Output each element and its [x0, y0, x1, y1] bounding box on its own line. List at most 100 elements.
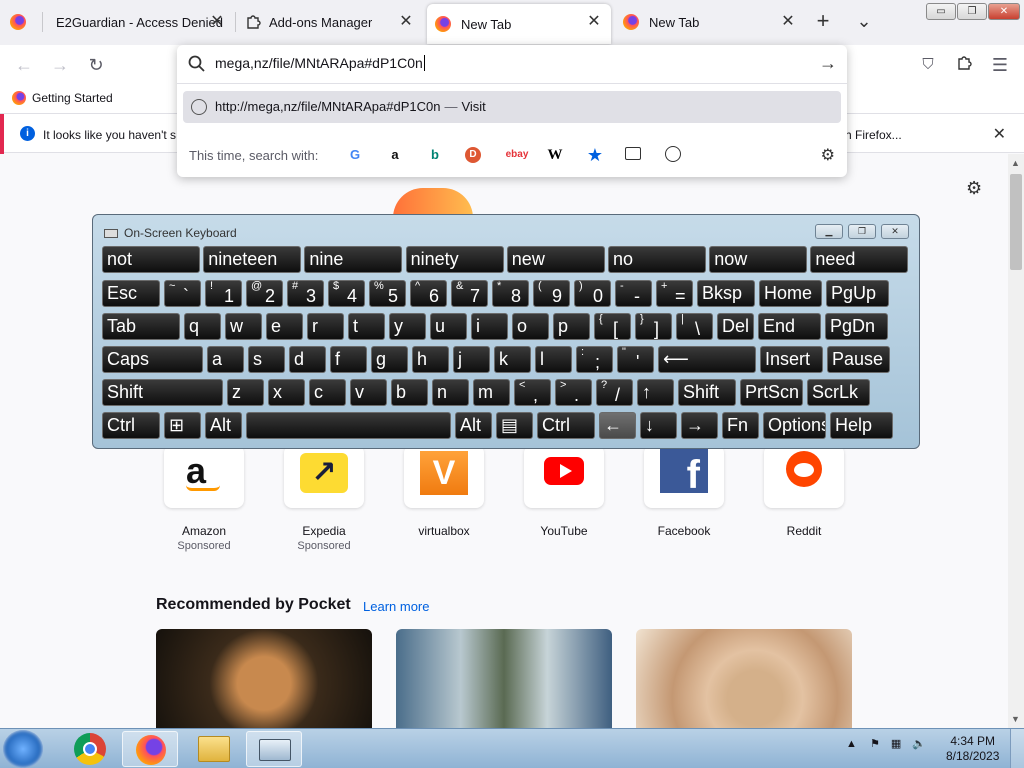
shortcut-reddit[interactable]: Reddit	[764, 445, 844, 538]
key-x[interactable]: x	[268, 379, 305, 406]
shortcut-facebook[interactable]: f Facebook	[644, 445, 724, 538]
key-ScrLk[interactable]: ScrLk	[807, 379, 870, 406]
key-5[interactable]: % 5	[369, 280, 406, 307]
close-icon[interactable]: ✕	[779, 13, 797, 31]
key-0[interactable]: ) 0	[574, 280, 611, 307]
close-icon[interactable]: ✕	[993, 124, 1006, 144]
key-←[interactable]: ←	[599, 412, 636, 439]
shortcut-expedia[interactable]: ↗ Expedia Sponsored	[284, 445, 364, 552]
history-icon[interactable]	[665, 146, 681, 162]
prediction-now[interactable]: now	[709, 246, 808, 273]
key-3[interactable]: #3	[287, 280, 324, 307]
key-u[interactable]: u	[430, 313, 467, 340]
osk-maximize-button[interactable]: ❐	[848, 224, 876, 239]
key-.[interactable]: >.	[555, 379, 592, 406]
key-r[interactable]: r	[307, 313, 344, 340]
learn-more-link[interactable]: Learn more	[363, 599, 429, 614]
bookmarks-icon[interactable]: ★	[585, 145, 605, 165]
tab-new-tab[interactable]: New Tab ✕	[615, 0, 805, 44]
key-c[interactable]: c	[309, 379, 346, 406]
bing-icon[interactable]: b	[425, 145, 445, 165]
google-icon[interactable]: G	[345, 145, 365, 165]
key-PrtScn[interactable]: PrtScn	[740, 379, 803, 406]
scroll-up-arrow-icon[interactable]: ▲	[1011, 158, 1020, 168]
forward-arrow-icon[interactable]: →	[48, 53, 72, 77]
maximize-button[interactable]: ❐	[957, 3, 987, 20]
go-arrow-icon[interactable]: →	[819, 53, 837, 74]
key-d[interactable]: d	[289, 346, 326, 373]
close-window-button[interactable]: ✕	[988, 3, 1020, 20]
tab-addons-manager[interactable]: Add-ons Manager ✕	[237, 0, 423, 44]
tab-e2guardian[interactable]: E2Guardian - Access Denied ✕	[44, 0, 234, 44]
key-s[interactable]: s	[248, 346, 285, 373]
wikipedia-icon[interactable]: W	[545, 145, 565, 165]
key-Alt[interactable]: Alt	[205, 412, 242, 439]
key-;[interactable]: :;	[576, 346, 613, 373]
key-,[interactable]: <,	[514, 379, 551, 406]
key-o[interactable]: o	[512, 313, 549, 340]
scrollbar-thumb[interactable]	[1010, 174, 1022, 270]
reload-icon[interactable]: ↻	[84, 53, 108, 77]
key-e[interactable]: e	[266, 313, 303, 340]
key-z[interactable]: z	[227, 379, 264, 406]
bookmark-getting-started[interactable]: Getting Started	[12, 91, 113, 105]
key-⟵[interactable]: ⟵	[658, 346, 756, 373]
tab-new-tab-selected[interactable]: New Tab ✕	[427, 4, 611, 44]
key-1[interactable]: ! 1	[205, 280, 242, 307]
key-Options[interactable]: Options	[763, 412, 826, 439]
key-g[interactable]: g	[371, 346, 408, 373]
prediction-need[interactable]: need	[810, 246, 909, 273]
key-a[interactable]: a	[207, 346, 244, 373]
key-p[interactable]: p	[553, 313, 590, 340]
list-all-tabs-button[interactable]: ⌄	[852, 9, 876, 33]
amazon-icon[interactable]: a	[385, 145, 405, 165]
key-/[interactable]: ? /	[596, 379, 633, 406]
urlbar-input[interactable]: mega,nz/file/MNtARApa#dP1C0n	[215, 55, 425, 71]
key--[interactable]: --	[615, 280, 652, 307]
shortcut-youtube[interactable]: YouTube	[524, 445, 604, 538]
osk-taskbar-button[interactable]	[246, 731, 302, 767]
osk-minimize-button[interactable]: ▁	[815, 224, 843, 239]
key-Bksp[interactable]: Bksp	[697, 280, 755, 307]
start-button[interactable]	[3, 730, 43, 768]
osk-close-button[interactable]: ✕	[881, 224, 909, 239]
key-Home[interactable]: Home	[759, 280, 822, 307]
clock[interactable]: 4:34 PM 8/18/2023	[946, 734, 999, 764]
ebay-icon[interactable]: ebay	[505, 145, 529, 165]
key-w[interactable]: w	[225, 313, 262, 340]
explorer-taskbar-button[interactable]	[186, 731, 242, 767]
page-scrollbar[interactable]: ▲ ▼	[1008, 154, 1024, 728]
shortcut-virtualbox[interactable]: V virtualbox	[404, 445, 484, 538]
key-t[interactable]: t	[348, 313, 385, 340]
key-h[interactable]: h	[412, 346, 449, 373]
prediction-nineteen[interactable]: nineteen	[203, 246, 302, 273]
key-m[interactable]: m	[473, 379, 510, 406]
key-Help[interactable]: Help	[830, 412, 893, 439]
scroll-down-arrow-icon[interactable]: ▼	[1011, 714, 1020, 724]
key-space[interactable]	[246, 412, 451, 439]
menu-icon[interactable]: ☰	[988, 53, 1012, 77]
key-[[interactable]: {[	[594, 313, 631, 340]
extensions-icon[interactable]	[952, 53, 976, 77]
pocket-story-card[interactable]	[636, 629, 852, 728]
minimize-button[interactable]: ▭	[926, 3, 956, 20]
key-\[interactable]: | \	[676, 313, 713, 340]
pocket-story-card[interactable]	[156, 629, 372, 728]
show-hidden-icons-button[interactable]: ▲	[846, 738, 857, 750]
key-=[interactable]: + =	[656, 280, 693, 307]
prediction-ninety[interactable]: ninety	[405, 246, 504, 273]
key-Del[interactable]: Del	[717, 313, 754, 340]
urlbar[interactable]: mega,nz/file/MNtARApa#dP1C0n →	[177, 45, 847, 84]
key-Pause[interactable]: Pause	[827, 346, 890, 373]
chrome-taskbar-button[interactable]	[62, 731, 118, 767]
pocket-icon[interactable]: ⛉	[916, 53, 940, 77]
close-icon[interactable]: ✕	[585, 13, 603, 31]
firefox-taskbar-button[interactable]	[122, 731, 178, 767]
key-'[interactable]: " '	[617, 346, 654, 373]
key-b[interactable]: b	[391, 379, 428, 406]
prediction-new[interactable]: new	[506, 246, 605, 273]
prediction-not[interactable]: not	[102, 246, 200, 273]
key-4[interactable]: $4	[328, 280, 365, 307]
key-y[interactable]: y	[389, 313, 426, 340]
key-Fn[interactable]: Fn	[722, 412, 759, 439]
